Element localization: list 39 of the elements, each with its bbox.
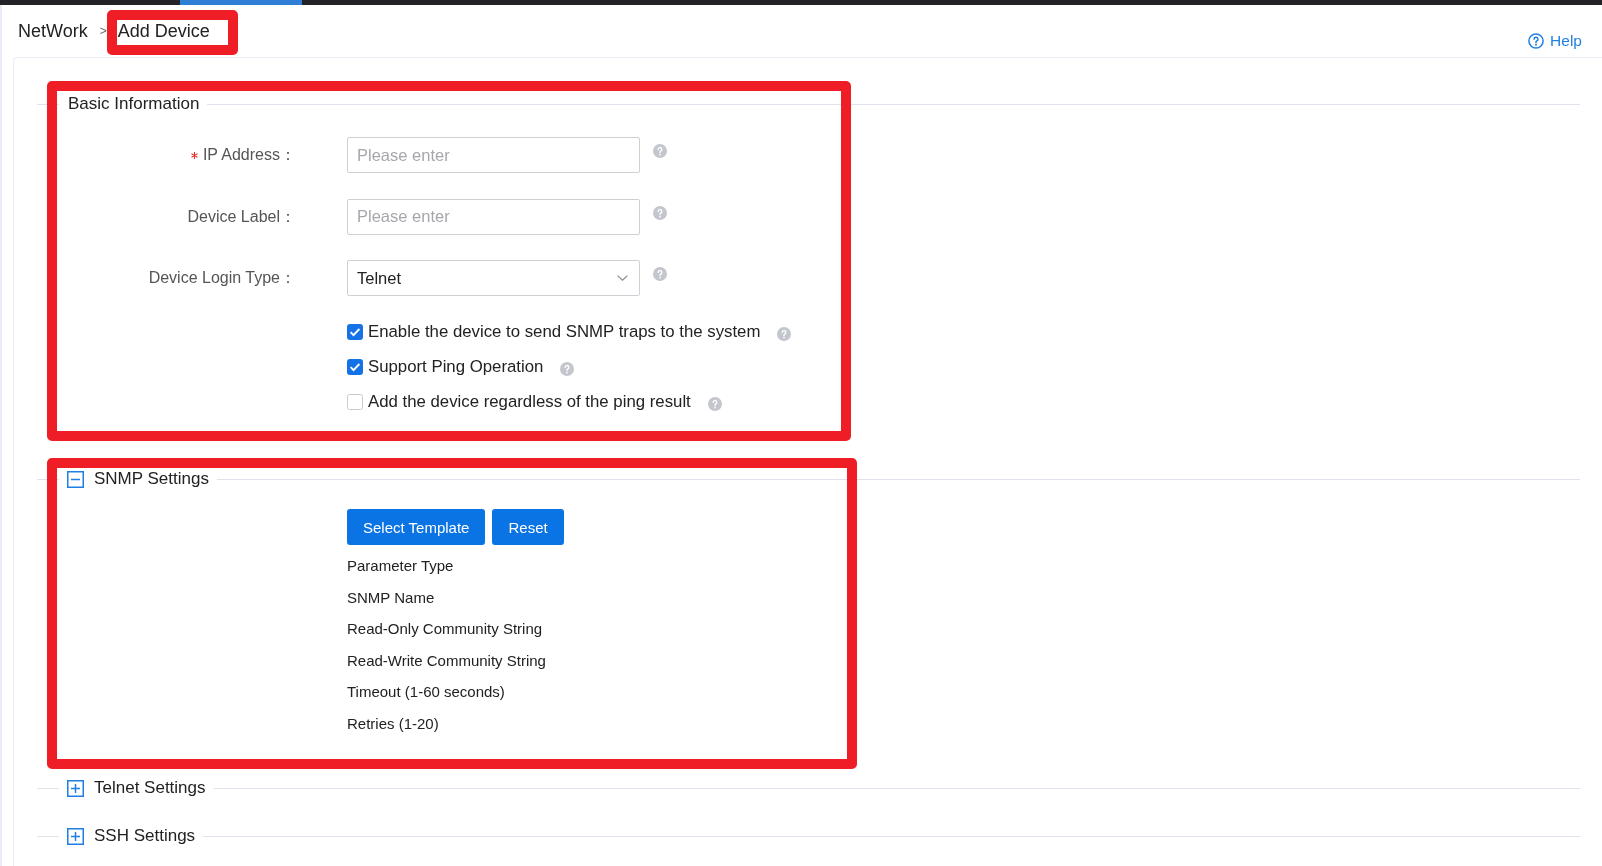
section-title: SSH Settings <box>94 826 196 846</box>
help-icon[interactable] <box>653 205 667 220</box>
help-link[interactable]: Help <box>1528 31 1582 51</box>
help-icon <box>1528 33 1545 49</box>
section-title: Basic Information <box>68 94 200 114</box>
chevron-down-icon <box>617 275 628 281</box>
parameter-label: Read-Write Community String <box>347 650 546 671</box>
field-label: IP Address： <box>202 145 296 165</box>
checkbox-label[interactable]: Support Ping Operation <box>368 357 544 377</box>
breadcrumb-current: Add Device <box>117 21 210 41</box>
checkbox[interactable] <box>347 394 363 410</box>
input-field[interactable]: Please enter <box>347 198 640 235</box>
parameter-label: SNMP Name <box>347 587 435 608</box>
checkbox[interactable] <box>347 359 363 375</box>
help-icon[interactable] <box>653 267 667 281</box>
checkbox-label[interactable]: Add the device regardless of the ping result <box>368 392 691 412</box>
plus-square-icon[interactable] <box>67 827 84 845</box>
help-icon[interactable] <box>777 327 792 341</box>
checkbox[interactable] <box>347 324 363 340</box>
action-button[interactable]: Reset <box>492 509 564 545</box>
help-icon[interactable] <box>707 397 722 411</box>
breadcrumb-link[interactable]: NetWork <box>18 21 88 41</box>
field-label: Device Label： <box>187 206 296 227</box>
section-title: SNMP Settings <box>94 469 209 489</box>
help-icon[interactable] <box>560 362 575 376</box>
minus-square-icon[interactable] <box>67 470 84 488</box>
parameter-label: Retries (1-20) <box>347 713 439 734</box>
parameter-label: Parameter Type <box>347 556 454 576</box>
parameter-label: Read-Only Community String <box>347 619 543 639</box>
action-button[interactable]: Select Template <box>347 509 486 545</box>
help-icon[interactable] <box>653 144 667 158</box>
input-field[interactable]: Please enter <box>347 137 640 173</box>
section-title: Telnet Settings <box>94 778 206 798</box>
dropdown[interactable]: Telnet <box>347 260 640 296</box>
parameter-label: Timeout (1-60 seconds) <box>347 682 505 702</box>
plus-square-icon[interactable] <box>67 779 84 797</box>
checkbox-label[interactable]: Enable the device to send SNMP traps to the system <box>368 322 761 342</box>
field-label: Device Login Type： <box>148 268 296 288</box>
breadcrumb-separator: > <box>99 23 107 40</box>
